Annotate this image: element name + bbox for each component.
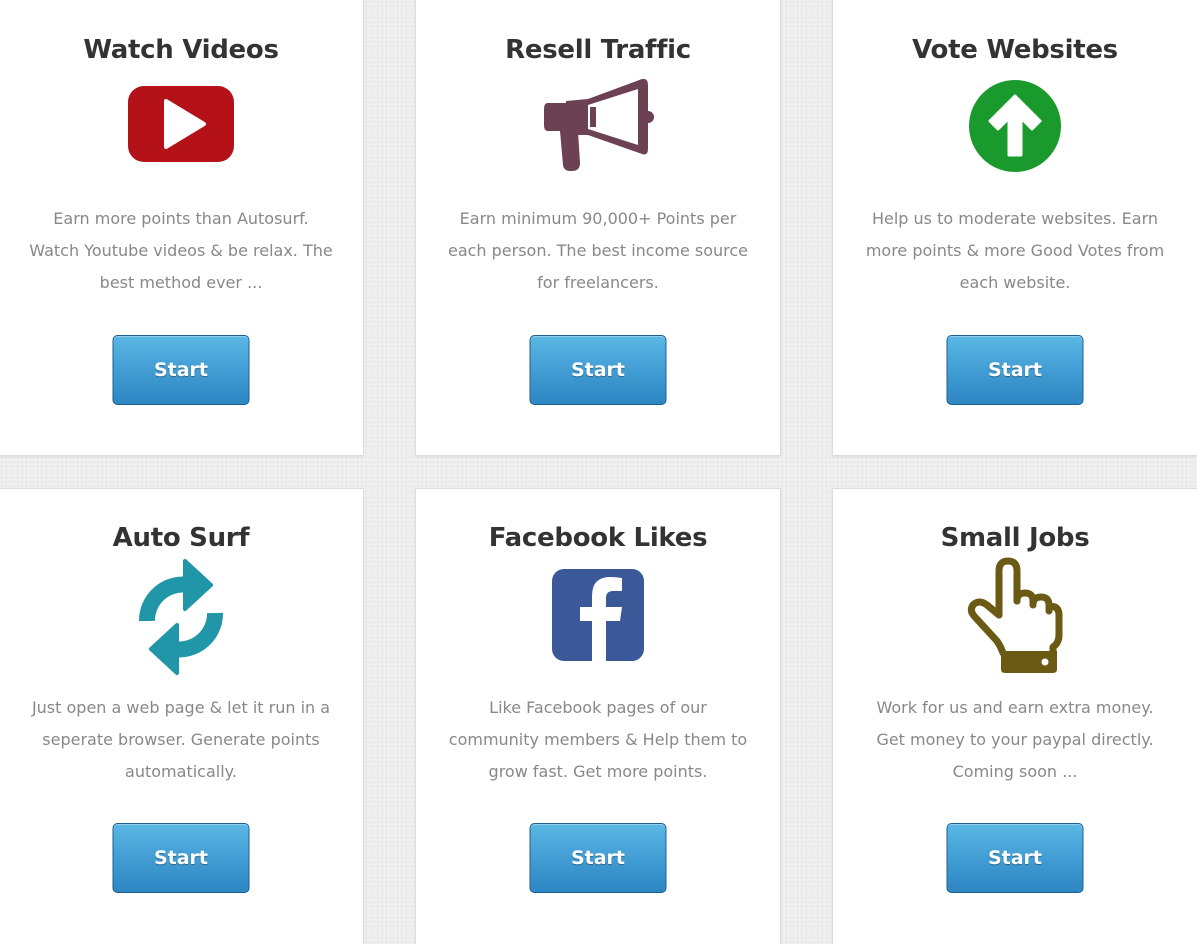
card-description: Like Facebook pages of our community mem…: [448, 698, 748, 781]
card-title: Auto Surf: [112, 523, 250, 553]
start-button[interactable]: Start: [946, 823, 1084, 893]
card-resell-traffic: Resell Traffic Earn minimum 90,000+ Poin…: [415, 0, 781, 456]
card-auto-surf: Auto Surf Just open a web page & let it …: [0, 488, 364, 944]
card-title: Resell Traffic: [505, 35, 691, 65]
card-description: Work for us and earn extra money. Get mo…: [876, 698, 1154, 781]
card-title: Small Jobs: [940, 523, 1090, 553]
card-description: Help us to moderate websites. Earn more …: [865, 209, 1165, 292]
card-watch-videos: Watch Videos Earn more points than Autos…: [0, 0, 364, 456]
start-button[interactable]: Start: [529, 335, 667, 405]
start-button[interactable]: Start: [112, 823, 250, 893]
start-button[interactable]: Start: [529, 823, 667, 893]
card-small-jobs: Small Jobs Work for us and earn extra mo…: [832, 488, 1197, 944]
card-facebook-likes: Facebook Likes Like Facebook pages of ou…: [415, 488, 781, 944]
card-vote-websites: Vote Websites Help us to moderate websit…: [832, 0, 1197, 456]
arrow-up-circle-icon: [969, 80, 1061, 172]
megaphone-icon: [544, 79, 654, 171]
card-title: Vote Websites: [912, 35, 1118, 65]
start-button[interactable]: Start: [946, 335, 1084, 405]
card-description: Earn minimum 90,000+ Points per each per…: [447, 209, 749, 292]
card-description: Just open a web page & let it run in a s…: [31, 698, 331, 781]
card-description: Earn more points than Autosurf. Watch Yo…: [29, 209, 333, 292]
facebook-icon: [552, 569, 644, 661]
start-button[interactable]: Start: [112, 335, 250, 405]
refresh-icon: [138, 559, 224, 675]
youtube-icon: [128, 86, 234, 162]
card-title: Watch Videos: [83, 35, 279, 65]
card-title: Facebook Likes: [488, 523, 708, 553]
pointing-hand-icon: [967, 557, 1063, 673]
